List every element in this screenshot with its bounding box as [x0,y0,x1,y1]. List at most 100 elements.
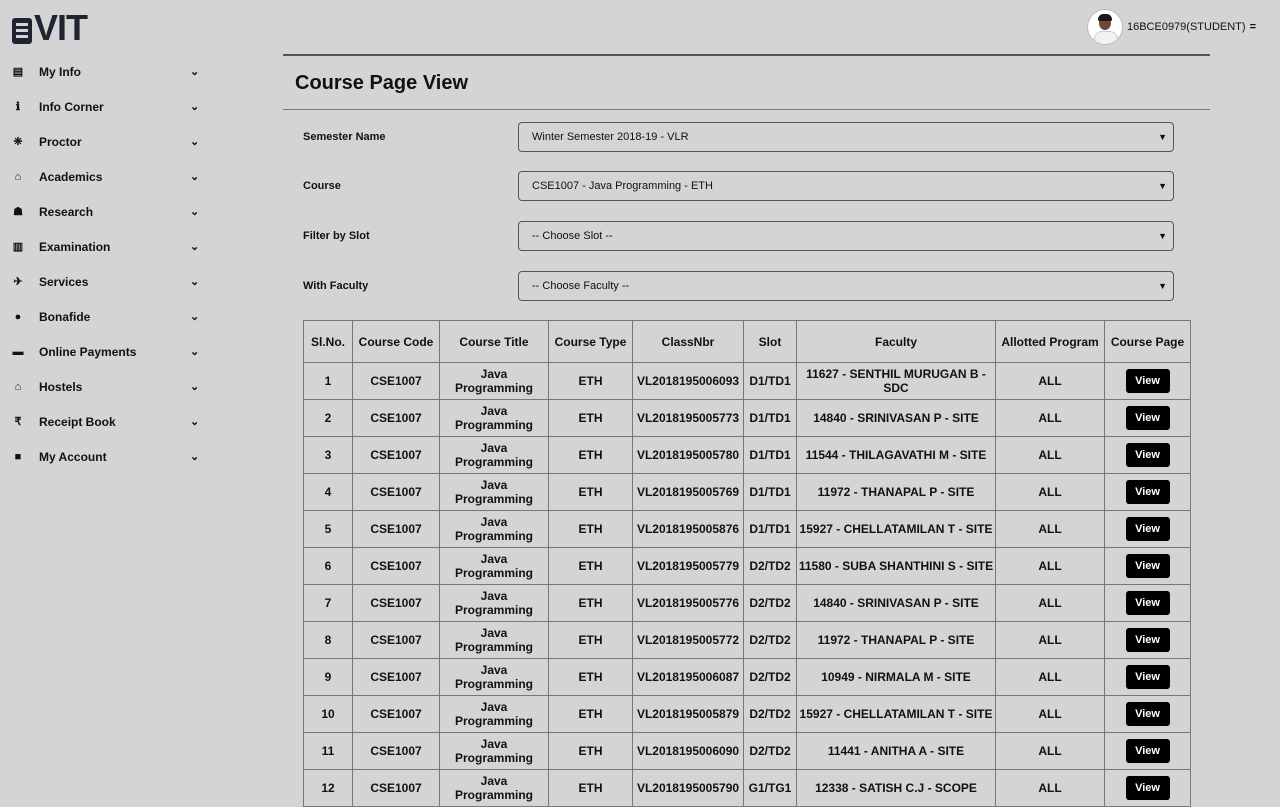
col-header-allotted-program: Allotted Program [995,320,1105,363]
col-header-course-type: Course Type [548,320,633,363]
cell-course-page: View [1104,584,1191,622]
cell-faculty: 11580 - SUBA SHANTHINI S - SITE [796,547,996,585]
chevron-down-icon[interactable]: ⌄ [190,310,199,323]
table-row: 1 CSE1007 Java Programming ETH VL20181950060… [303,362,1191,400]
cell-slot: D2/TD2 [743,621,797,659]
logo-text: VIT [34,7,88,48]
chevron-down-icon[interactable]: ⌄ [190,100,199,113]
cell-slot: D2/TD2 [743,732,797,770]
cell-course-type: ETH [548,510,633,548]
cell-slno: 6 [303,547,353,585]
cell-course-title: Java Programming [439,399,549,437]
view-button[interactable]: View [1125,517,1170,541]
sidebar-item-examination[interactable]: ▥ Examination ⌄ [0,229,230,264]
cell-classnbr: VL2018195006090 [632,732,744,770]
chevron-down-icon[interactable]: ⌄ [190,240,199,253]
col-header-course-page: Course Page [1104,320,1191,363]
view-button[interactable]: View [1125,480,1170,504]
faculty-value: -- Choose Faculty -- [532,280,630,292]
cell-classnbr: VL2018195005780 [632,436,744,474]
course-select[interactable]: CSE1007 - Java Programming - ETH ▼ [518,171,1174,201]
lock-icon: ■ [14,450,22,463]
col-header-course-code: Course Code [352,320,440,363]
book-icon: ▥ [12,241,24,253]
chevron-down-icon[interactable]: ⌄ [190,170,199,183]
user-menu-toggle-icon[interactable]: = [1250,21,1256,33]
chevron-down-icon[interactable]: ⌄ [190,450,199,463]
chevron-down-icon[interactable]: ⌄ [190,135,199,148]
cell-slno: 9 [303,658,353,696]
chevron-down-icon[interactable]: ⌄ [190,345,199,358]
col-header-slno: Sl.No. [303,320,353,363]
chevron-down-icon[interactable]: ⌄ [190,415,199,428]
user-label[interactable]: 16BCE0979(STUDENT) [1127,21,1246,33]
course-table: Sl.No. Course Code Course Title Course T… [303,320,1191,807]
sidebar: ▤ My Info ⌄ ℹ Info Corner ⌄ ❈ Proctor ⌄ … [0,54,230,474]
sidebar-item-bonafide[interactable]: ● Bonafide ⌄ [0,299,230,334]
sidebar-item-label: Research [39,204,94,219]
view-button[interactable]: View [1125,665,1170,689]
sidebar-item-academics[interactable]: ⌂ Academics ⌄ [0,159,230,194]
view-button[interactable]: View [1125,443,1170,467]
menu-toggle-icon[interactable] [12,18,32,44]
view-button[interactable]: View [1125,628,1170,652]
view-button[interactable]: View [1125,554,1170,578]
cell-course-page: View [1104,695,1191,733]
faculty-select[interactable]: -- Choose Faculty -- ▼ [518,271,1174,301]
cell-allotted-program: ALL [995,362,1105,400]
top-header: VIT 16BCE0979(STUDENT) = [0,0,1280,54]
cell-course-code: CSE1007 [352,473,440,511]
cell-course-page: View [1104,362,1191,400]
view-button[interactable]: View [1125,702,1170,726]
user-menu[interactable]: 16BCE0979(STUDENT) = [1086,6,1256,48]
cell-allotted-program: ALL [995,510,1105,548]
sidebar-item-online-payments[interactable]: ▬ Online Payments ⌄ [0,334,230,369]
vit-logo[interactable]: VIT [12,7,88,48]
sidebar-item-proctor[interactable]: ❈ Proctor ⌄ [0,124,230,159]
cell-slno: 2 [303,399,353,437]
sidebar-item-research[interactable]: ☗ Research ⌄ [0,194,230,229]
cell-faculty: 15927 - CHELLATAMILAN T - SITE [796,695,996,733]
col-header-course-title: Course Title [439,320,549,363]
sidebar-item-label: Services [39,274,89,289]
view-button[interactable]: View [1125,369,1170,393]
cell-course-title: Java Programming [439,473,549,511]
sidebar-item-receipt-book[interactable]: ₹ Receipt Book ⌄ [0,404,230,439]
cell-allotted-program: ALL [995,473,1105,511]
cell-faculty: 12338 - SATISH C.J - SCOPE [796,769,996,807]
caret-down-icon: ▼ [1158,281,1167,291]
view-button[interactable]: View [1125,776,1170,800]
chevron-down-icon[interactable]: ⌄ [190,380,199,393]
sidebar-item-services[interactable]: ✈ Services ⌄ [0,264,230,299]
cell-classnbr: VL2018195005790 [632,769,744,807]
chevron-down-icon[interactable]: ⌄ [190,205,199,218]
cell-classnbr: VL2018195006087 [632,658,744,696]
view-button[interactable]: View [1125,591,1170,615]
view-button[interactable]: View [1125,739,1170,763]
semester-select[interactable]: Winter Semester 2018-19 - VLR ▼ [518,122,1174,152]
sidebar-item-label: Info Corner [39,99,104,114]
sidebar-item-label: Hostels [39,379,83,394]
cell-slno: 8 [303,621,353,659]
cell-slno: 1 [303,362,353,400]
rupee-icon: ₹ [14,416,22,428]
cell-allotted-program: ALL [995,436,1105,474]
institution-icon: ☗ [13,206,23,218]
sidebar-item-info-corner[interactable]: ℹ Info Corner ⌄ [0,89,230,124]
cell-classnbr: VL2018195005779 [632,547,744,585]
cell-slot: D1/TD1 [743,436,797,474]
avatar[interactable] [1086,9,1123,45]
cell-course-title: Java Programming [439,436,549,474]
chevron-down-icon[interactable]: ⌄ [190,65,199,78]
slot-select[interactable]: -- Choose Slot -- ▼ [518,221,1174,251]
sidebar-item-hostels[interactable]: ⌂ Hostels ⌄ [0,369,230,404]
table-row: 3 CSE1007 Java Programming ETH VL20181950057… [303,436,1191,474]
cell-course-type: ETH [548,399,633,437]
sidebar-item-my-account[interactable]: ■ My Account ⌄ [0,439,230,474]
caret-down-icon: ▼ [1158,132,1167,142]
sidebar-item-my-info[interactable]: ▤ My Info ⌄ [0,54,230,89]
semester-label: Semester Name [303,131,386,143]
cell-course-type: ETH [548,473,633,511]
chevron-down-icon[interactable]: ⌄ [190,275,199,288]
view-button[interactable]: View [1125,406,1170,430]
